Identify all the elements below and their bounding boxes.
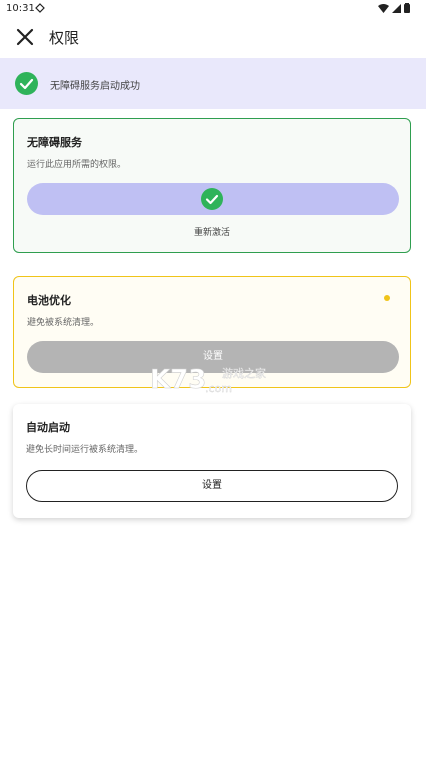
reactivate-link[interactable]: 重新激活 [14, 225, 410, 238]
autostart-settings-button[interactable]: 设置 [26, 470, 398, 502]
signal-icon [392, 3, 401, 13]
card-title: 无障碍服务 [27, 136, 82, 149]
app-bar: 权限 [0, 18, 426, 56]
card-description: 避免被系统清理。 [27, 318, 100, 328]
status-time: 10:31 [6, 3, 35, 14]
card-title: 自动启动 [26, 421, 70, 434]
battery-settings-button[interactable]: 设置 [27, 341, 399, 373]
battery-optimization-card: 电池优化 避免被系统清理。 设置 [13, 276, 411, 388]
status-dot [384, 295, 390, 301]
permissions-screen: 10:31 权限 无障碍服务启动成功 无障碍服务 运行此应用所需的权限。 重新激… [0, 0, 426, 757]
page-title: 权限 [49, 29, 80, 47]
check-circle-icon [15, 72, 38, 95]
status-icons [378, 3, 410, 13]
card-description: 运行此应用所需的权限。 [27, 160, 127, 170]
banner-text: 无障碍服务启动成功 [50, 81, 140, 92]
close-icon[interactable] [14, 26, 36, 48]
activated-button[interactable] [27, 183, 399, 215]
status-bar: 10:31 [0, 0, 426, 18]
wifi-icon [378, 3, 389, 13]
card-title: 电池优化 [27, 294, 71, 307]
card-description: 避免长时间运行被系统清理。 [26, 445, 144, 455]
battery-icon [404, 3, 410, 13]
success-banner: 无障碍服务启动成功 [0, 58, 426, 109]
check-circle-icon [201, 188, 223, 210]
accessibility-card: 无障碍服务 运行此应用所需的权限。 重新激活 [13, 118, 411, 253]
settings-gear-icon [35, 3, 45, 13]
autostart-card: 自动启动 避免长时间运行被系统清理。 设置 [13, 404, 411, 518]
